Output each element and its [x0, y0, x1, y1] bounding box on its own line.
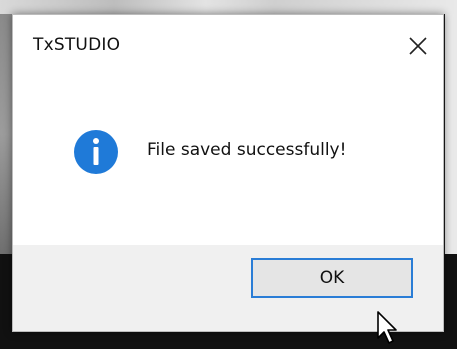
background-window-left: [0, 14, 12, 254]
ok-button[interactable]: OK: [251, 258, 413, 298]
message-dialog: TxSTUDIO File saved successfully! OK: [12, 14, 444, 332]
mouse-pointer-icon: [377, 311, 397, 344]
dialog-content: File saved successfully!: [13, 69, 443, 245]
dialog-title: TxSTUDIO: [33, 35, 121, 55]
background-window-top: [0, 0, 457, 14]
dialog-titlebar[interactable]: TxSTUDIO: [13, 15, 443, 69]
close-button[interactable]: [403, 31, 433, 61]
info-icon: [74, 130, 118, 174]
dialog-message: File saved successfully!: [147, 140, 347, 160]
close-icon: [409, 37, 427, 55]
background-window-right: [445, 14, 457, 254]
